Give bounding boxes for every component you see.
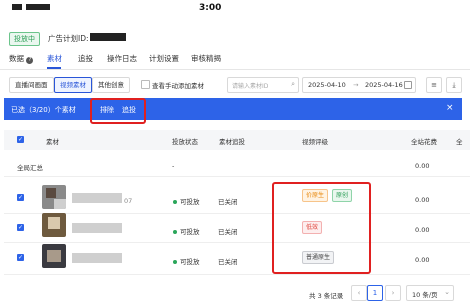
material-name-redacted (72, 223, 122, 233)
row-status: 可投放 (173, 256, 200, 266)
next-page-button[interactable]: › (385, 285, 401, 301)
search-placeholder: 请输入素材ID (232, 83, 269, 90)
col-followup: 素材追投 (219, 138, 245, 146)
row-checkbox[interactable]: ✓ (17, 224, 24, 231)
col-status: 投放状态 (172, 138, 198, 146)
material-thumbnail[interactable] (42, 244, 66, 268)
summary-cost: 0.00 (415, 162, 430, 170)
column-settings-icon[interactable]: ≡ (426, 77, 442, 93)
carrier-redacted (26, 4, 50, 10)
plan-id-label: 广告计划ID: (48, 34, 89, 43)
select-all-checkbox[interactable]: ✓ (17, 136, 24, 143)
material-name-redacted (72, 253, 122, 263)
tab-followup[interactable]: 追投 (78, 53, 93, 64)
row-divider (4, 242, 470, 243)
date-start: 2025-04-10 (308, 81, 346, 89)
material-thumbnail[interactable] (42, 213, 66, 237)
row-checkbox[interactable]: ✓ (17, 254, 24, 261)
date-range-picker[interactable]: 2025-04-10 → 2025-04-16 (302, 77, 416, 93)
highlight-rating-box (272, 182, 371, 274)
page-1-button[interactable]: 1 (367, 285, 383, 301)
download-icon[interactable]: ⤓ (446, 77, 462, 93)
material-name-redacted (72, 193, 122, 203)
row-status: 可投放 (173, 226, 200, 236)
col-video-rating: 视频评级 (302, 138, 328, 146)
date-arrow-icon: → (353, 81, 359, 89)
chevron-down-icon: ⌄ (444, 288, 450, 296)
search-icon: ⌕ (291, 80, 295, 88)
date-end: 2025-04-16 (365, 81, 403, 89)
status-time: 3:00 (199, 3, 222, 13)
row-divider (4, 176, 470, 177)
col-material: 素材 (46, 138, 59, 146)
prev-page-button[interactable]: ‹ (351, 285, 367, 301)
row-followup: 已关闭 (218, 198, 238, 206)
row-divider (4, 274, 470, 275)
status-dot-icon (173, 260, 177, 264)
help-icon: ? (26, 57, 34, 64)
tabs-divider (0, 69, 470, 70)
signal-icon (12, 4, 22, 10)
manual-material-label: 查看手动添加素材 (152, 82, 204, 90)
manual-material-checkbox[interactable] (141, 80, 150, 89)
page-size-select[interactable]: 10 条/页 ⌄ (406, 285, 454, 301)
material-thumbnail[interactable] (42, 185, 66, 209)
tab-data[interactable]: 数据 ? (9, 53, 34, 64)
status-dot-icon (173, 230, 177, 234)
row-cost: 0.00 (415, 256, 430, 264)
tab-plan-settings[interactable]: 计划设置 (149, 53, 179, 64)
calendar-icon (404, 81, 412, 89)
col-total-cost: 全站花费 (411, 138, 437, 146)
summary-label: 全局汇总 (17, 164, 43, 172)
table-header: ✓ 素材 投放状态 素材追投 视频评级 全站花费 全 (4, 130, 470, 150)
close-icon[interactable]: × (446, 103, 454, 113)
row-cost: 0.00 (415, 196, 430, 204)
selection-bar: 已选（3/20）个素材 排除 追投 × (4, 98, 462, 120)
summary-status: - (172, 162, 175, 170)
col-more: 全 (456, 138, 463, 146)
status-badge: 投放中 (9, 32, 40, 46)
pagination-total: 共 3 条记录 (309, 292, 344, 300)
plan-id-redacted (90, 33, 126, 41)
tab-operation-log[interactable]: 操作日志 (107, 53, 137, 64)
selection-count: 已选（3/20）个素材 (11, 106, 76, 114)
row-cost: 0.00 (415, 226, 430, 234)
status-dot-icon (173, 200, 177, 204)
other-creative-button[interactable]: 其他创意 (92, 77, 130, 93)
page-size-value: 10 条/页 (412, 291, 438, 299)
row-followup: 已关闭 (218, 258, 238, 266)
search-input[interactable]: 请输入素材ID ⌕ (227, 77, 299, 93)
tab-material[interactable]: 素材 (47, 53, 62, 64)
row-checkbox[interactable]: ✓ (17, 194, 24, 201)
material-id-suffix: 07 (124, 197, 133, 205)
row-divider (4, 213, 470, 214)
live-screen-button[interactable]: 直播间画面 (9, 77, 54, 93)
row-followup: 已关闭 (218, 228, 238, 236)
video-material-button[interactable]: 视频素材 (54, 77, 92, 93)
row-status: 可投放 (173, 196, 200, 206)
tab-review[interactable]: 审核精揭 (191, 53, 221, 64)
highlight-actions-box (90, 98, 146, 124)
